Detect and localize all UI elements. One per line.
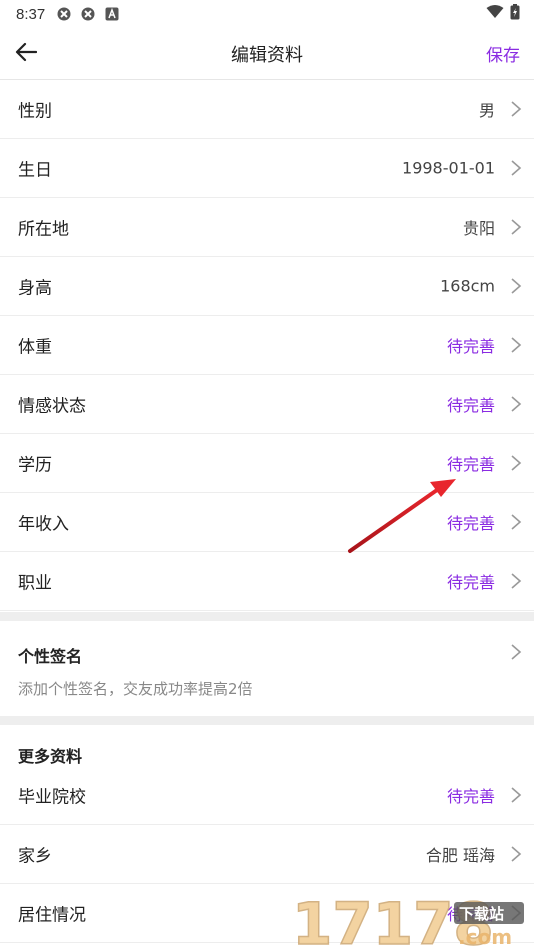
profile-row[interactable]: 学历 待完善 xyxy=(0,434,534,493)
chevron-right-icon xyxy=(510,786,522,804)
save-button[interactable]: 保存 xyxy=(486,41,520,66)
profile-row[interactable]: 家乡 合肥 瑶海 xyxy=(0,825,534,884)
arrow-left-icon xyxy=(15,42,38,66)
row-label: 性别 xyxy=(18,101,52,122)
row-value: 待完善 xyxy=(446,396,495,415)
status-time: 8:37 xyxy=(16,5,46,23)
section-divider xyxy=(0,716,534,725)
row-value: 待完善 xyxy=(446,905,495,924)
profile-row[interactable]: 居住情况 待完善 xyxy=(0,884,534,943)
row-value: 待完善 xyxy=(446,573,495,592)
profile-row[interactable]: 职业 待完善 xyxy=(0,552,534,611)
row-value: 待完善 xyxy=(446,514,495,533)
signature-row[interactable]: 个性签名 添加个性签名，交友成功率提高2倍 xyxy=(0,621,534,716)
section-divider xyxy=(0,612,534,621)
back-button[interactable] xyxy=(12,40,40,68)
row-label: 情感状态 xyxy=(18,396,86,417)
profile-row[interactable]: 生日 1998-01-01 xyxy=(0,139,534,198)
profile-row[interactable]: 身高 168cm xyxy=(0,257,534,316)
row-label: 职业 xyxy=(18,573,52,594)
chevron-right-icon xyxy=(510,100,522,118)
row-value: 1998-01-01 xyxy=(402,158,495,178)
row-label: 居住情况 xyxy=(18,905,86,926)
row-label: 所在地 xyxy=(18,219,69,240)
row-label: 体重 xyxy=(18,337,52,358)
profile-row[interactable]: 所在地 贵阳 xyxy=(0,198,534,257)
chevron-right-icon xyxy=(510,904,522,922)
chevron-right-icon xyxy=(510,643,522,661)
row-value: 待完善 xyxy=(446,337,495,356)
row-label: 生日 xyxy=(18,160,52,181)
row-value: 合肥 瑶海 xyxy=(425,846,495,865)
row-value: 贵阳 xyxy=(462,219,495,238)
profile-row[interactable]: 体重 待完善 xyxy=(0,316,534,375)
status-bar: 8:37 xyxy=(0,0,534,28)
profile-row[interactable]: 毕业院校 待完善 xyxy=(0,766,534,825)
chevron-right-icon xyxy=(510,572,522,590)
row-label: 家乡 xyxy=(18,846,52,867)
chevron-right-icon xyxy=(510,845,522,863)
wifi-icon xyxy=(486,5,504,23)
profile-row[interactable]: 性别 男 xyxy=(0,80,534,139)
chevron-right-icon xyxy=(510,454,522,472)
chevron-right-icon xyxy=(510,277,522,295)
profile-row[interactable]: 情感状态 待完善 xyxy=(0,375,534,434)
chevron-right-icon xyxy=(510,159,522,177)
nav-bar: 编辑资料 保存 xyxy=(0,28,534,80)
chevron-right-icon xyxy=(510,218,522,236)
row-value: 168cm xyxy=(440,276,495,296)
page-title: 编辑资料 xyxy=(231,45,303,66)
more-info-title: 更多资料 xyxy=(18,747,83,766)
profile-row[interactable]: 年收入 待完善 xyxy=(0,493,534,552)
row-label: 毕业院校 xyxy=(18,787,86,808)
font-notification-icon xyxy=(105,7,119,21)
app-notification-icon xyxy=(57,7,71,21)
battery-icon xyxy=(510,4,520,24)
signature-hint: 添加个性签名，交友成功率提高2倍 xyxy=(18,680,253,698)
row-label: 年收入 xyxy=(18,514,69,535)
row-label: 学历 xyxy=(18,455,52,476)
chevron-right-icon xyxy=(510,513,522,531)
signature-title: 个性签名 xyxy=(18,647,83,666)
row-value: 男 xyxy=(478,101,495,120)
app-notification-icon xyxy=(81,7,95,21)
row-value: 待完善 xyxy=(446,787,495,806)
row-value: 待完善 xyxy=(446,455,495,474)
chevron-right-icon xyxy=(510,395,522,413)
row-label: 身高 xyxy=(18,278,52,299)
chevron-right-icon xyxy=(510,336,522,354)
